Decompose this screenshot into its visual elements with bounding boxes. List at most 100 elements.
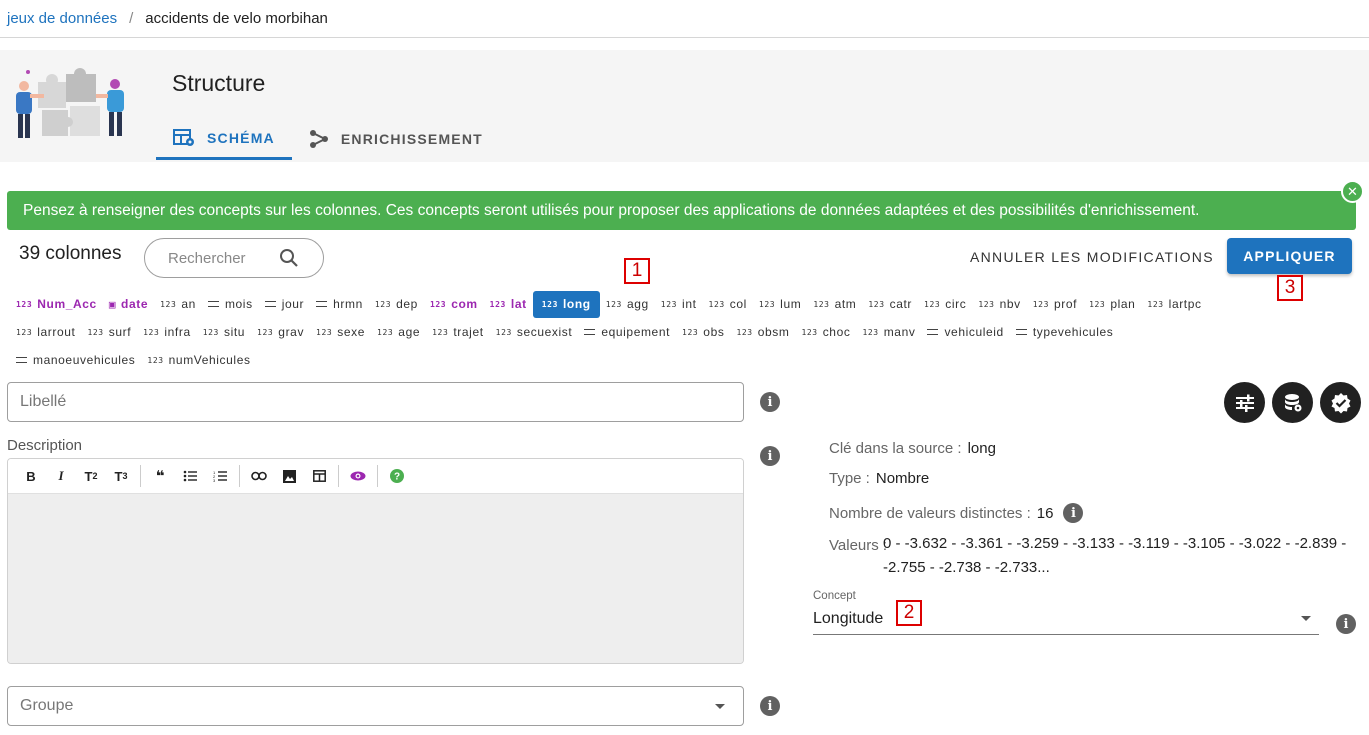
column-chip-int[interactable]: 123 int (655, 291, 703, 317)
libelle-input[interactable] (7, 382, 744, 422)
tab-schema-label: SCHÉMA (207, 129, 275, 146)
source-key-label: Clé dans la source : (829, 440, 962, 457)
groupe-select[interactable]: Groupe (7, 686, 744, 726)
column-chip-lum[interactable]: 123 lum (753, 291, 807, 317)
column-chip-com[interactable]: 123 com (424, 291, 484, 317)
description-info-icon[interactable]: i (760, 446, 780, 466)
libelle-info-icon[interactable]: i (760, 392, 780, 412)
concept-info-icon[interactable]: i (1336, 614, 1356, 634)
column-chip-label: int (682, 297, 697, 311)
concept-alert: Pensez à renseigner des concepts sur les… (7, 191, 1356, 230)
distinct-values-info-icon[interactable]: i (1063, 503, 1084, 523)
number-type-icon: 123 (1089, 299, 1106, 309)
column-chip-equipement[interactable]: equipement (578, 319, 676, 345)
cancel-changes-button[interactable]: ANNULER LES MODIFICATIONS (962, 240, 1222, 274)
column-chip-infra[interactable]: 123 infra (137, 319, 197, 345)
text-type-icon (16, 357, 27, 363)
close-alert-icon[interactable]: ✕ (1341, 180, 1364, 203)
text-type-icon (264, 301, 276, 307)
column-chip-obs[interactable]: 123 obs (676, 319, 730, 345)
number-type-icon: 123 (978, 299, 995, 309)
column-chip-dep[interactable]: 123 dep (369, 291, 424, 317)
number-type-icon: 123 (813, 299, 830, 309)
column-chip-label: vehiculeid (944, 325, 1004, 339)
number-type-icon: 123 (708, 299, 725, 309)
annotation-marker-1: 1 (624, 258, 650, 284)
tab-schema[interactable]: SCHÉMA (156, 118, 292, 160)
column-chip-manoeuvehicules[interactable]: manoeuvehicules (10, 347, 141, 373)
column-chip-choc[interactable]: 123 choc (795, 319, 856, 345)
column-chip-grav[interactable]: 123 grav (251, 319, 310, 345)
breadcrumb-link-datasets[interactable]: jeux de données (7, 10, 117, 27)
column-chip-prof[interactable]: 123 prof (1027, 291, 1083, 317)
validate-button[interactable] (1320, 382, 1361, 423)
breadcrumb: jeux de données / accidents de velo morb… (0, 0, 1369, 38)
source-key-value: long (967, 440, 996, 457)
column-chip-typevehicules[interactable]: typevehicules (1010, 319, 1120, 345)
quote-icon[interactable]: ❝ (145, 461, 175, 491)
heading-2-icon[interactable]: T2 (76, 461, 106, 491)
column-chip-lat[interactable]: 123 lat (484, 291, 533, 317)
column-chip-label: nbv (999, 297, 1021, 311)
column-chip-label: surf (108, 325, 132, 339)
column-chip-label: mois (224, 297, 253, 311)
column-chip-mois[interactable]: mois (202, 291, 259, 317)
column-chip-age[interactable]: 123 age (371, 319, 426, 345)
bold-icon[interactable]: B (16, 461, 46, 491)
heading-3-icon[interactable]: T3 (106, 461, 136, 491)
column-chip-jour[interactable]: jour (259, 291, 310, 317)
chevron-down-icon (715, 704, 725, 709)
column-chip-num_acc[interactable]: 123 Num_Acc (10, 291, 103, 317)
apply-button[interactable]: APPLIQUER (1227, 238, 1352, 274)
search-icon[interactable] (279, 248, 299, 268)
column-chip-plan[interactable]: 123 plan (1083, 291, 1141, 317)
concept-value: Longitude (813, 610, 884, 627)
column-chip-catr[interactable]: 123 catr (862, 291, 918, 317)
column-chip-lartpc[interactable]: 123 lartpc (1141, 291, 1207, 317)
puzzle-illustration (16, 68, 124, 138)
database-settings-button[interactable] (1272, 382, 1313, 423)
column-chip-vehiculeid[interactable]: vehiculeid (921, 319, 1009, 345)
number-type-icon: 123 (16, 327, 33, 337)
number-type-icon: 123 (736, 327, 753, 337)
toolbar-divider (338, 465, 339, 487)
column-chip-hrmn[interactable]: hrmn (310, 291, 369, 317)
help-icon[interactable]: ? (382, 461, 412, 491)
column-chip-trajet[interactable]: 123 trajet (426, 319, 490, 345)
column-chip-larrout[interactable]: 123 larrout (10, 319, 81, 345)
concept-select[interactable]: Longitude (813, 604, 1319, 635)
numbered-list-icon[interactable]: 123 (205, 461, 235, 491)
column-chip-surf[interactable]: 123 surf (81, 319, 137, 345)
bullet-list-icon[interactable] (175, 461, 205, 491)
groupe-info-icon[interactable]: i (760, 696, 780, 716)
column-chip-col[interactable]: 123 col (703, 291, 753, 317)
column-chip-nbv[interactable]: 123 nbv (972, 291, 1026, 317)
column-chip-label: date (121, 297, 149, 311)
column-chip-numvehicules[interactable]: 123 numVehicules (141, 347, 256, 373)
values-list: 0 - -3.632 - -3.361 - -3.259 - -3.133 - … (883, 535, 1347, 576)
column-chip-an[interactable]: 123 an (154, 291, 202, 317)
tab-enrichissement[interactable]: ENRICHISSEMENT (292, 118, 500, 160)
link-icon[interactable] (244, 461, 274, 491)
search-input[interactable] (168, 249, 268, 267)
column-chip-circ[interactable]: 123 circ (918, 291, 972, 317)
column-chip-manv[interactable]: 123 manv (856, 319, 921, 345)
column-chip-obsm[interactable]: 123 obsm (730, 319, 795, 345)
column-chip-date[interactable]: ▣ date (103, 291, 154, 317)
column-chip-secuexist[interactable]: 123 secuexist (490, 319, 579, 345)
text-type-icon (927, 329, 939, 335)
italic-icon[interactable]: I (46, 461, 76, 491)
column-chip-situ[interactable]: 123 situ (197, 319, 251, 345)
table-icon[interactable] (304, 461, 334, 491)
image-icon[interactable] (274, 461, 304, 491)
graph-icon (309, 130, 328, 148)
column-chip-sexe[interactable]: 123 sexe (310, 319, 371, 345)
column-chip-agg[interactable]: 123 agg (600, 291, 655, 317)
distinct-values-count: 16 (1036, 504, 1054, 522)
preview-eye-icon[interactable] (343, 461, 373, 491)
column-chip-long[interactable]: 123 long (532, 290, 600, 318)
column-chip-label: secuexist (516, 325, 573, 339)
settings-sliders-button[interactable] (1224, 382, 1265, 423)
column-chip-atm[interactable]: 123 atm (807, 291, 862, 317)
editor-content-area[interactable] (8, 494, 743, 663)
